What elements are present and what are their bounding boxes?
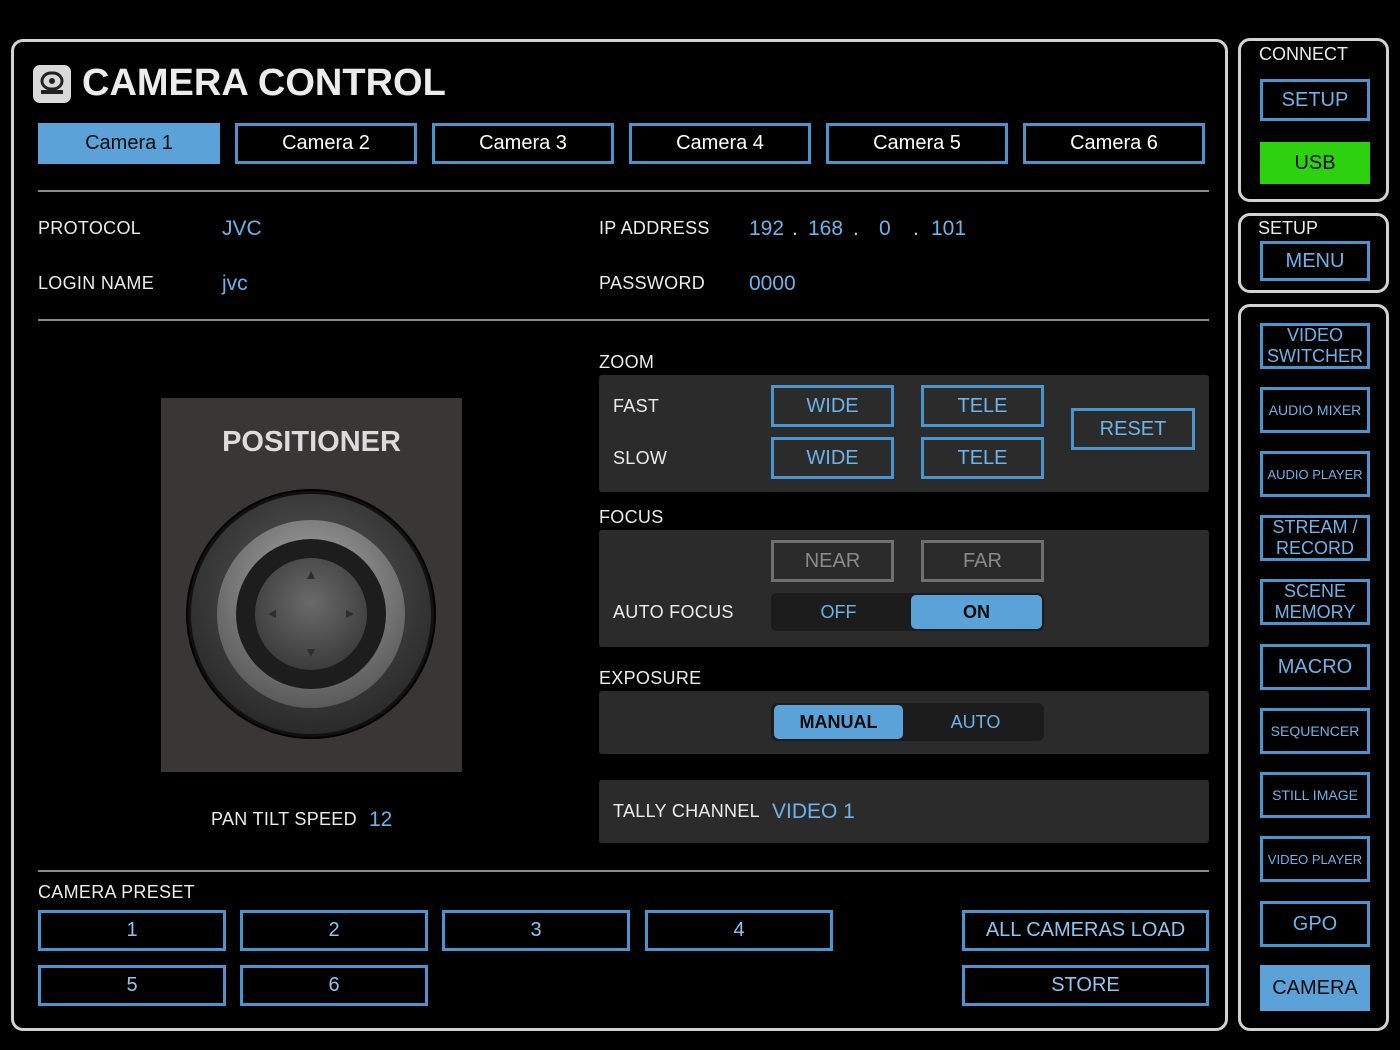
nav-sequencer[interactable]: SEQUENCER [1260,708,1370,754]
exposure-auto-option[interactable]: AUTO [911,705,1040,739]
tab-camera-6[interactable]: Camera 6 [1023,123,1205,164]
pan-tilt-speed-label: PAN TILT SPEED [211,809,357,829]
zoom-slow-tele-button[interactable]: TELE [921,437,1044,479]
exposure-manual-option[interactable]: MANUAL [774,705,903,739]
setup-button[interactable]: SETUP [1260,79,1370,121]
login-name-label: LOGIN NAME [38,273,155,293]
nav-camera[interactable]: CAMERA [1260,965,1370,1011]
menu-button[interactable]: MENU [1260,241,1370,281]
preset-button-3[interactable]: 3 [442,910,630,951]
tab-camera-5[interactable]: Camera 5 [826,123,1008,164]
protocol-label: PROTOCOL [38,218,142,238]
store-button[interactable]: STORE [962,965,1209,1006]
zoom-slow-wide-button[interactable]: WIDE [771,437,894,479]
all-cameras-load-button[interactable]: ALL CAMERAS LOAD [962,910,1209,951]
focus-title: FOCUS [599,507,664,527]
positioner-pad[interactable]: POSITIONER [161,398,462,772]
zoom-slow-label: SLOW [613,448,668,468]
ip-octet-4[interactable]: 101 [931,217,966,241]
ip-dot: . [913,217,919,240]
divider [38,190,1209,192]
protocol-value[interactable]: JVC [222,217,262,241]
setup-title: SETUP [1258,218,1319,238]
auto-focus-on-option[interactable]: ON [911,595,1042,629]
exposure-title: EXPOSURE [599,668,702,688]
divider [38,319,1209,321]
tally-channel-value[interactable]: VIDEO 1 [772,800,855,824]
zoom-fast-label: FAST [613,396,660,416]
ip-octet-3[interactable]: 0 [879,217,891,241]
ip-octet-2[interactable]: 168 [808,217,843,241]
preset-button-6[interactable]: 6 [240,965,428,1006]
positioner-title: POSITIONER [222,426,401,458]
preset-button-2[interactable]: 2 [240,910,428,951]
nav-macro[interactable]: MACRO [1260,644,1370,690]
tab-camera-4[interactable]: Camera 4 [629,123,811,164]
ip-octet-1[interactable]: 192 [749,217,784,241]
nav-video-player[interactable]: VIDEO PLAYER [1260,836,1370,882]
login-name-value[interactable]: jvc [222,272,248,296]
nav-audio-player[interactable]: AUDIO PLAYER [1260,451,1370,497]
pan-tilt-speed-value[interactable]: 12 [369,808,392,832]
tab-camera-1[interactable]: Camera 1 [38,123,220,164]
zoom-title: ZOOM [599,352,655,372]
camera-preset-title: CAMERA PRESET [38,882,195,902]
password-value[interactable]: 0000 [749,272,796,296]
tally-channel-label: TALLY CHANNEL [613,801,760,821]
nav-audio-mixer[interactable]: AUDIO MIXER [1260,387,1370,433]
preset-button-4[interactable]: 4 [645,910,833,951]
camera-icon [33,65,71,103]
preset-button-1[interactable]: 1 [38,910,226,951]
ip-dot: . [853,217,859,240]
auto-focus-off-option[interactable]: OFF [773,595,904,629]
joystick-icon[interactable] [185,488,437,740]
tab-camera-3[interactable]: Camera 3 [432,123,614,164]
tab-camera-2[interactable]: Camera 2 [235,123,417,164]
zoom-fast-wide-button[interactable]: WIDE [771,385,894,427]
nav-video-switcher[interactable]: VIDEO SWITCHER [1260,323,1370,369]
usb-button[interactable]: USB [1260,142,1370,184]
nav-stream-record[interactable]: STREAM / RECORD [1260,515,1370,561]
nav-gpo[interactable]: GPO [1260,901,1370,947]
zoom-reset-button[interactable]: RESET [1071,408,1195,450]
divider [38,870,1209,872]
password-label: PASSWORD [599,273,706,293]
connect-title: CONNECT [1259,44,1348,64]
auto-focus-label: AUTO FOCUS [613,602,734,622]
page-title: CAMERA CONTROL [82,62,446,104]
zoom-fast-tele-button[interactable]: TELE [921,385,1044,427]
preset-button-5[interactable]: 5 [38,965,226,1006]
ip-address-label: IP ADDRESS [599,218,710,238]
focus-far-button[interactable]: FAR [921,540,1044,582]
focus-near-button[interactable]: NEAR [771,540,894,582]
nav-still-image[interactable]: STILL IMAGE [1260,772,1370,818]
nav-scene-memory[interactable]: SCENE MEMORY [1260,579,1370,625]
ip-dot: . [792,217,798,240]
